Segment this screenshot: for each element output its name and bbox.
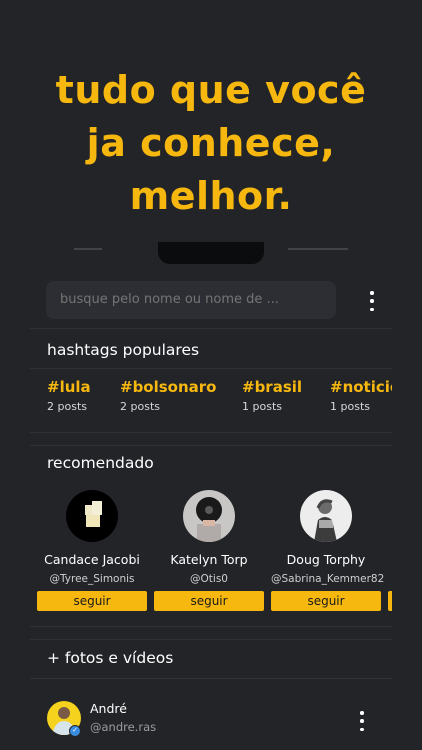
divider: [30, 678, 392, 679]
search-input[interactable]: [46, 281, 336, 319]
hashtag-item[interactable]: #brasil 1 posts: [242, 378, 302, 413]
promo-line-2: ja conhece,: [86, 121, 336, 165]
hashtag-item[interactable]: #lula 2 posts: [47, 378, 91, 413]
user-name: Doug Torphy: [286, 552, 366, 567]
hashtag-item[interactable]: #bolsonaro 2 posts: [120, 378, 217, 413]
promo-headline: tudo que você ja conhece, melhor.: [0, 64, 422, 223]
post-menu-icon[interactable]: [357, 711, 367, 731]
user-card: Candace Jacobi @Tyree_Simonis seguir: [37, 490, 147, 611]
user-handle: @Sabrina_Kemmer82: [271, 573, 385, 585]
promo-line-1: tudo que você: [55, 68, 367, 112]
hashtag-count: 2 posts: [47, 400, 87, 413]
user-name: Candace Jacobi: [44, 552, 140, 567]
post-header: ✓ André @andre.ras: [47, 701, 392, 741]
user-card: Katelyn Torp @Otis0 seguir: [154, 490, 264, 611]
app-screen: hashtags populares #lula 2 posts #bolson…: [30, 268, 392, 750]
follow-button[interactable]: seguir: [271, 591, 381, 611]
hashtag-name: #noticic: [330, 378, 392, 396]
hashtag-name: #bolsonaro: [120, 378, 217, 396]
media-title: + fotos e vídeos: [47, 649, 174, 667]
user-handle: @Tyree_Simonis: [49, 573, 135, 585]
kebab-menu-icon[interactable]: [367, 291, 377, 311]
divider: [30, 328, 392, 329]
divider: [30, 626, 392, 627]
follow-button[interactable]: seguir: [37, 591, 147, 611]
post-author-name[interactable]: André: [90, 701, 127, 716]
avatar[interactable]: [183, 490, 235, 542]
hashtag-count: 2 posts: [120, 400, 160, 413]
divider: [30, 432, 392, 433]
hashtag-name: #brasil: [242, 378, 303, 396]
status-indicators: [288, 244, 348, 250]
promo-line-3: melhor.: [129, 174, 293, 218]
verified-badge-icon: ✓: [69, 725, 81, 737]
divider: [30, 639, 392, 640]
hashtag-count: 1 posts: [242, 400, 282, 413]
avatar[interactable]: [300, 490, 352, 542]
recommended-users: Candace Jacobi @Tyree_Simonis seguir Kat…: [37, 490, 392, 620]
hashtag-name: #lula: [47, 378, 91, 396]
recommended-title: recomendado: [47, 454, 154, 472]
follow-button[interactable]: seguir: [154, 591, 264, 611]
phone-notch: [158, 242, 264, 264]
user-card: Doug Torphy @Sabrina_Kemmer82 seguir: [271, 490, 385, 611]
divider: [30, 445, 392, 446]
search-row: [46, 281, 392, 319]
hashtags-title: hashtags populares: [47, 341, 200, 359]
follow-button-partial[interactable]: [388, 591, 392, 611]
phone-status-bar: [30, 242, 392, 268]
hashtag-count: 1 posts: [330, 400, 370, 413]
post-author-handle[interactable]: @andre.ras: [90, 720, 156, 734]
divider: [30, 368, 392, 369]
hashtag-item[interactable]: #noticic 1 posts: [330, 378, 392, 413]
status-clock: [74, 242, 102, 250]
user-handle: @Otis0: [190, 573, 228, 585]
user-name: Katelyn Torp: [170, 552, 248, 567]
avatar[interactable]: [66, 490, 118, 542]
